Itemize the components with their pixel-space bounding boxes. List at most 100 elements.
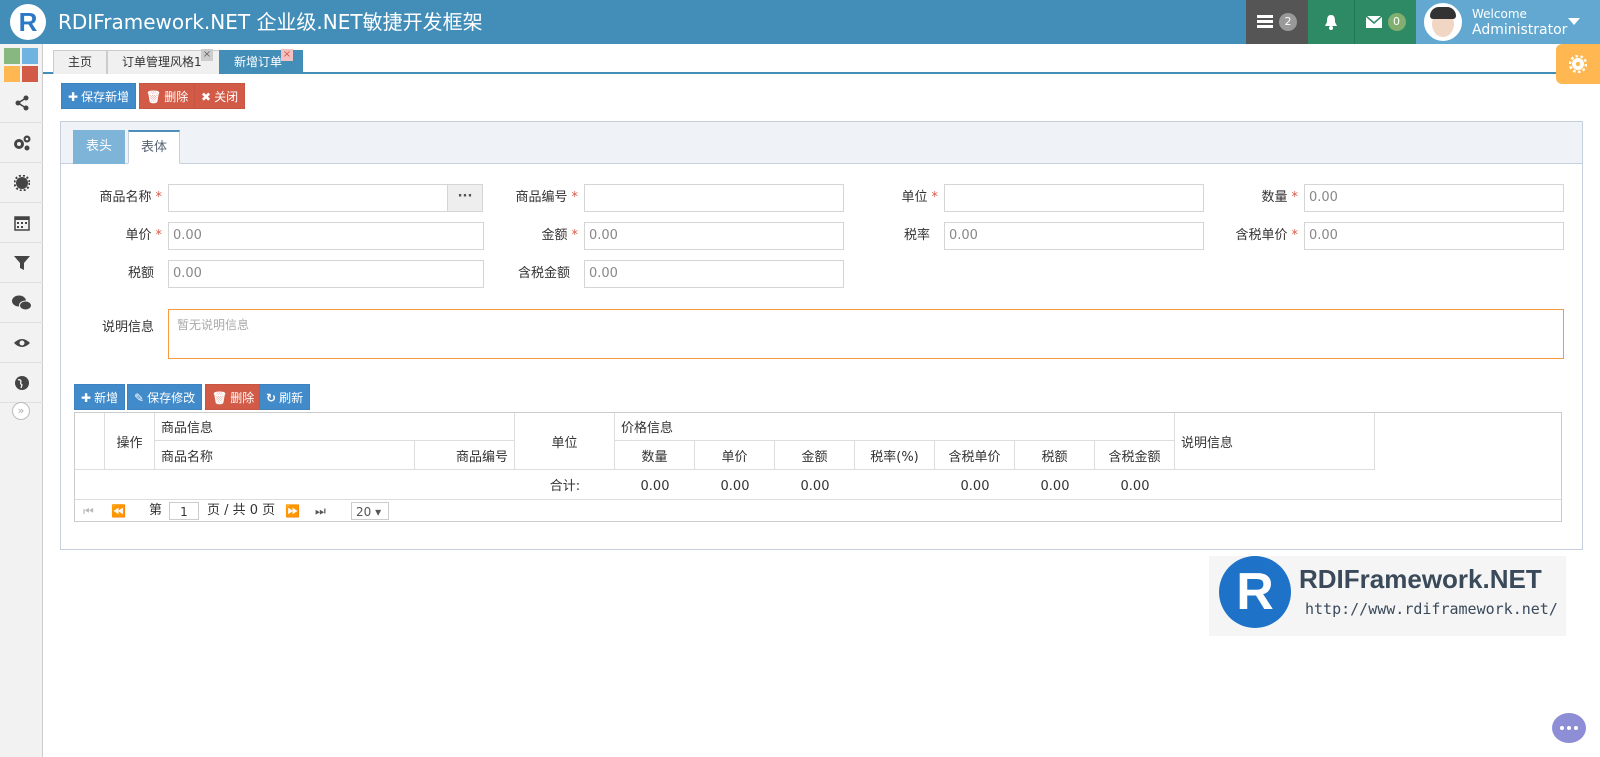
messages-badge: 0 <box>1387 13 1406 31</box>
sidebar-item-calendar[interactable] <box>0 204 43 243</box>
tab-label: 订单管理风格1 <box>122 55 202 69</box>
first-page-icon[interactable]: ⏮ <box>83 502 94 520</box>
settings-toggle[interactable] <box>1556 44 1600 84</box>
globe-icon <box>14 376 29 390</box>
grid-delete-button[interactable]: 🗑 删除 <box>205 384 262 410</box>
page-size-select[interactable]: 20 ▾ <box>351 502 389 520</box>
group-product-info: 商品信息 <box>155 413 515 441</box>
user-menu[interactable]: Welcome Administrator <box>1416 0 1600 44</box>
last-page-icon[interactable]: ⏭ <box>315 502 326 520</box>
sidebar-item-share[interactable] <box>0 84 43 123</box>
col-unit-price-header[interactable]: 单价 <box>695 441 775 470</box>
tab-body[interactable]: 表体 <box>128 130 181 164</box>
col-tax-header[interactable]: 税额 <box>1015 441 1095 470</box>
col-product-code-header[interactable]: 商品编号 <box>415 441 515 470</box>
col-tax-incl-amount-header[interactable]: 含税金额 <box>1095 441 1175 470</box>
gear-icon <box>1569 55 1587 73</box>
trash-icon: 🗑 <box>146 90 162 104</box>
tab-header[interactable]: 表头 <box>73 130 126 164</box>
tab-home[interactable]: 主页 <box>53 50 108 74</box>
gear-icon <box>13 175 30 191</box>
col-amount-header[interactable]: 金额 <box>775 441 855 470</box>
description-textarea[interactable]: 暂无说明信息 <box>168 309 1564 359</box>
sidebar-item-cogs[interactable] <box>0 124 43 163</box>
cogs-icon <box>13 135 30 151</box>
eye-icon <box>13 339 30 347</box>
col-remark-header[interactable]: 说明信息 <box>1175 413 1375 470</box>
sidebar-item-globe[interactable] <box>0 364 43 403</box>
close-icon[interactable]: × <box>201 49 213 61</box>
sidebar-item-filter[interactable] <box>0 244 43 283</box>
page-number-input[interactable]: 1 <box>169 502 199 520</box>
next-page-icon[interactable]: ⏩ <box>285 502 300 520</box>
col-quantity-header[interactable]: 数量 <box>615 441 695 470</box>
tax-incl-amount-input[interactable]: 0.00 <box>584 260 844 288</box>
chat-icon[interactable] <box>1552 713 1586 743</box>
row-number-header <box>75 413 105 470</box>
footer-tax: 0.00 <box>1040 479 1070 494</box>
grid-refresh-button[interactable]: ↻ 刷新 <box>259 384 311 410</box>
sidebar-collapse-button[interactable]: » <box>12 402 30 420</box>
app-title[interactable]: RDIFramework.NET 企业级.NET敏捷开发框架 <box>58 9 483 35</box>
product-name-input[interactable] <box>168 184 448 212</box>
sidebar-item-settings[interactable] <box>0 164 43 203</box>
unit-input[interactable] <box>944 184 1204 212</box>
tax-rate-label: 税率 <box>903 228 930 243</box>
refresh-icon: ↻ <box>266 391 277 405</box>
tax-amount-label: 税额 <box>127 266 154 281</box>
navbar: R RDIFramework.NET 企业级.NET敏捷开发框架 2 0 Wel… <box>0 0 1600 44</box>
notifications-button[interactable] <box>1308 0 1354 44</box>
grid-save-edit-button[interactable]: ✎ 保存修改 <box>127 384 203 410</box>
brand-logo: R RDIFramework.NET http://www.rdiframewo… <box>1209 556 1566 636</box>
col-product-name-header[interactable]: 商品名称 <box>155 441 415 470</box>
avatar <box>1424 3 1462 41</box>
sidebar-item-view[interactable] <box>0 324 43 363</box>
tax-rate-input[interactable]: 0.00 <box>944 222 1204 250</box>
footer-tax-incl-price: 0.00 <box>960 479 990 494</box>
col-tax-rate-header[interactable]: 税率(%) <box>855 441 935 470</box>
tax-incl-amount-label: 含税金额 <box>517 266 570 281</box>
close-icon[interactable]: × <box>281 49 293 61</box>
quantity-input[interactable]: 0.00 <box>1304 184 1564 212</box>
share-icon <box>15 95 28 111</box>
col-tax-incl-price-header[interactable]: 含税单价 <box>935 441 1015 470</box>
close-button[interactable]: ✖ 关闭 <box>194 83 246 109</box>
filter-icon <box>13 256 30 270</box>
order-items-grid: 操作 商品信息 商品名称 商品编号 单位 价格信息 数量 单价 金额 税率(%)… <box>74 412 1562 522</box>
col-unit-header[interactable]: 单位 <box>515 413 615 470</box>
footer-unit-price: 0.00 <box>720 479 750 494</box>
close-icon: ✖ <box>201 90 212 104</box>
unit-price-input[interactable]: 0.00 <box>168 222 484 250</box>
calendar-icon <box>13 216 30 231</box>
sidebar-shortcuts[interactable] <box>4 48 38 82</box>
browse-product-button[interactable]: ··· <box>447 184 483 212</box>
tax-incl-price-label: 含税单价 * <box>1235 228 1298 243</box>
tax-incl-price-input[interactable]: 0.00 <box>1304 222 1564 250</box>
grid-add-button[interactable]: ✚ 新增 <box>74 384 126 410</box>
unit-price-label: 单价 * <box>125 228 162 243</box>
tasks-badge: 2 <box>1279 13 1297 31</box>
wechat-icon <box>11 295 32 311</box>
footer-tax-incl-amount: 0.00 <box>1120 479 1150 494</box>
product-code-label: 商品编号 * <box>515 190 578 205</box>
footer-amount: 0.00 <box>800 479 830 494</box>
tasks-button[interactable]: 2 <box>1246 0 1308 44</box>
tax-amount-input[interactable]: 0.00 <box>168 260 484 288</box>
delete-button[interactable]: 🗑 删除 <box>139 83 196 109</box>
envelope-icon <box>1365 16 1382 28</box>
plus-icon: ✚ <box>81 391 92 405</box>
brand-logo-mark: R <box>1219 556 1291 628</box>
sidebar-item-wechat[interactable] <box>0 284 43 323</box>
panel-tabs: 表头 表体 <box>61 122 1582 164</box>
prev-page-icon[interactable]: ⏪ <box>111 502 126 520</box>
username: Administrator <box>1472 22 1568 38</box>
app-logo[interactable]: R <box>10 4 46 40</box>
messages-button[interactable]: 0 <box>1354 0 1416 44</box>
caret-down-icon <box>1568 18 1580 25</box>
amount-input[interactable]: 0.00 <box>584 222 844 250</box>
save-new-button[interactable]: ✚ 保存新增 <box>61 83 137 109</box>
quantity-label: 数量 * <box>1261 190 1298 205</box>
product-code-input[interactable] <box>584 184 844 212</box>
amount-label: 金额 * <box>541 228 578 243</box>
page-tabs: 主页 订单管理风格1 × 新增订单 × <box>43 44 1600 74</box>
